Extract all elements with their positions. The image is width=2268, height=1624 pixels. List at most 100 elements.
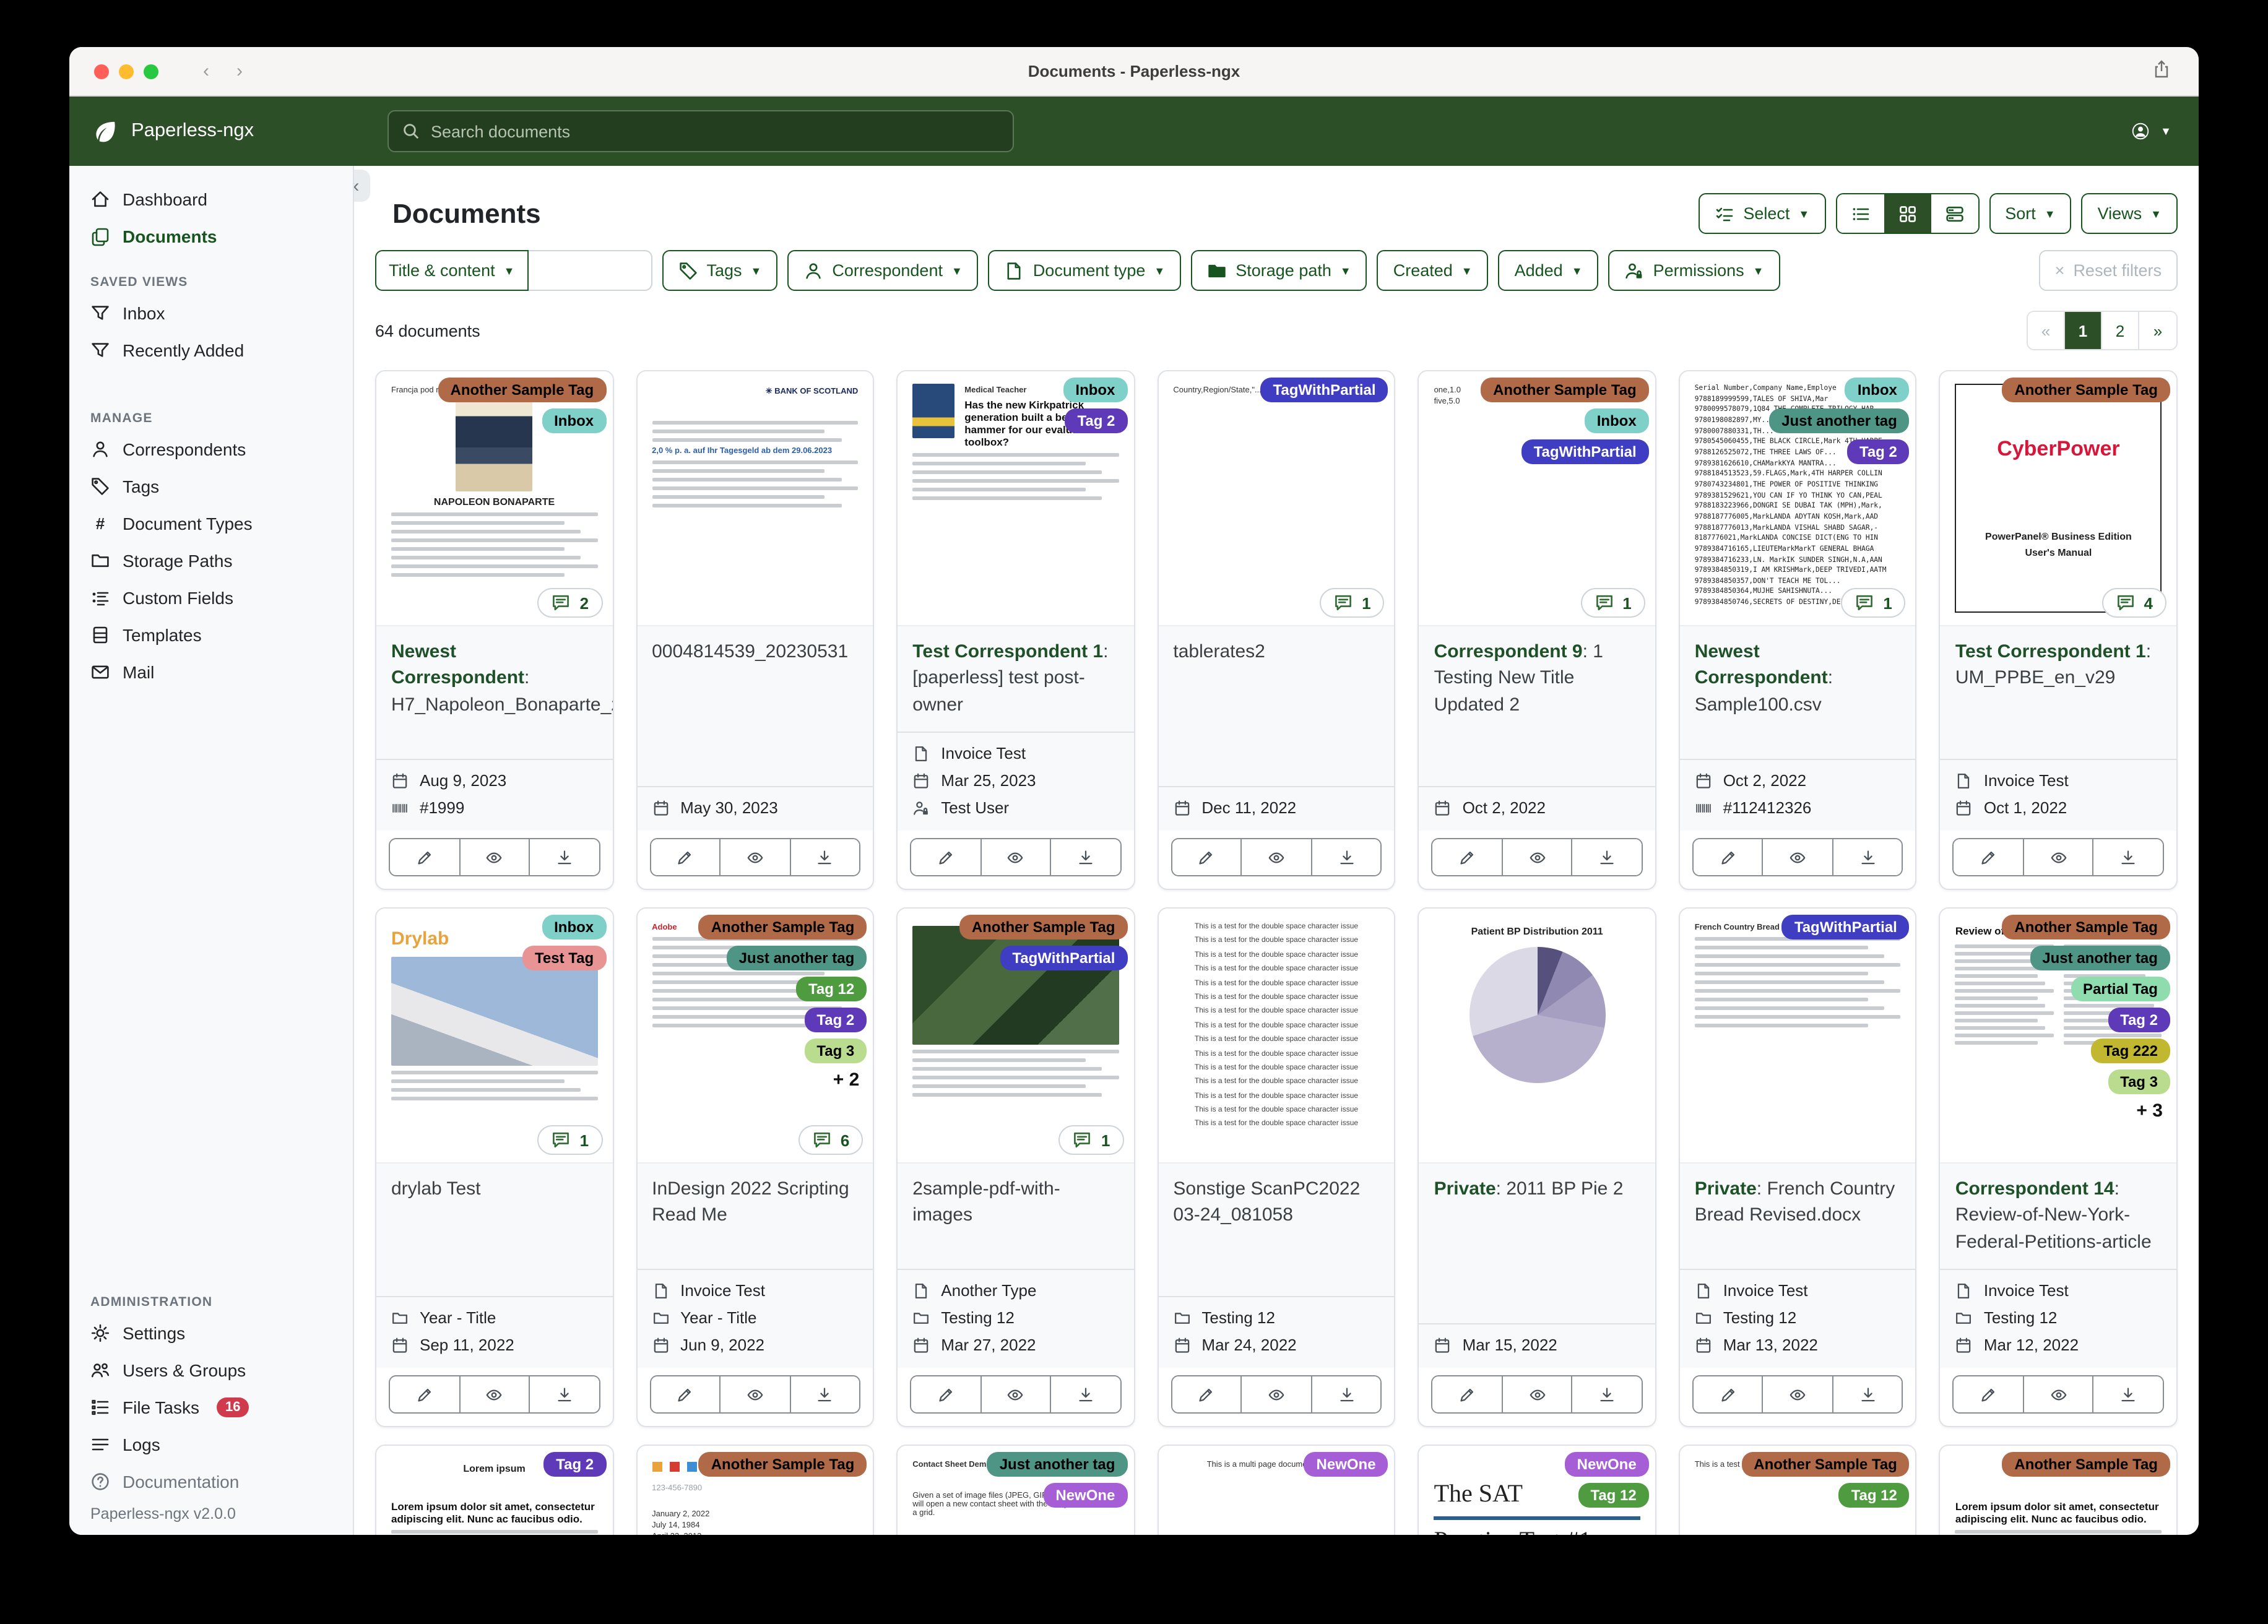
download-button[interactable] — [2093, 1376, 2163, 1412]
comment-badge[interactable]: 2 — [537, 588, 603, 618]
document-title[interactable]: Newest Correspondent: Sample100.csv — [1679, 625, 1916, 759]
tag-chip-tag-12[interactable]: Tag 12 — [1838, 1483, 1910, 1508]
download-button[interactable] — [2093, 839, 2163, 875]
document-card[interactable]: NewOne This is a multi page document. Pa… — [1157, 1445, 1396, 1535]
tag-chip-another-sample-tag[interactable]: Another Sample Tag — [2002, 1452, 2170, 1477]
document-card[interactable]: Another Sample Tag Tag 12 This is a test — [1678, 1445, 1917, 1535]
tag-chip-tagwithpartial[interactable]: TagWithPartial — [1000, 946, 1128, 970]
tag-chip-tag-2[interactable]: Tag 2 — [2108, 1008, 2170, 1032]
download-button[interactable] — [1051, 839, 1120, 875]
tag-chip-tag-2[interactable]: Tag 2 — [1065, 408, 1128, 433]
tag-chip-test-tag[interactable]: Test Tag — [522, 946, 607, 970]
tag-chip-another-sample-tag[interactable]: Another Sample Tag — [959, 915, 1128, 939]
document-card[interactable]: Another Sample Tag CyberPower PowerPanel®… — [1939, 370, 2178, 890]
document-correspondent[interactable]: Private — [1695, 1178, 1757, 1199]
tag-chip-another-sample-tag[interactable]: Another Sample Tag — [1481, 378, 1649, 402]
document-correspondent[interactable]: Test Correspondent 1 — [912, 641, 1103, 662]
document-title[interactable]: Correspondent 9: 1 Testing New Title Upd… — [1419, 625, 1655, 786]
sidebar-item-storage-paths[interactable]: Storage Paths — [69, 542, 353, 579]
download-button[interactable] — [530, 839, 599, 875]
document-title[interactable]: tablerates2 — [1158, 625, 1395, 786]
sidebar-item-settings[interactable]: Settings — [69, 1315, 353, 1352]
document-card[interactable]: Another Sample Tag TagWithPartial 1 2samp… — [896, 907, 1135, 1427]
download-button[interactable] — [790, 839, 860, 875]
download-button[interactable] — [790, 1376, 860, 1412]
document-title[interactable]: drylab Test — [376, 1162, 613, 1296]
filter-correspondent-button[interactable]: Correspondent ▼ — [787, 250, 979, 291]
download-button[interactable] — [1312, 1376, 1381, 1412]
tag-chip-inbox[interactable]: Inbox — [1845, 378, 1910, 402]
tag-chip-newone[interactable]: NewOne — [1564, 1452, 1649, 1477]
edit-button[interactable] — [390, 839, 461, 875]
tag-chip-tag-2[interactable]: Tag 2 — [543, 1452, 607, 1477]
download-button[interactable] — [1833, 839, 1902, 875]
edit-button[interactable] — [651, 839, 721, 875]
user-menu[interactable]: ▼ — [2131, 121, 2171, 141]
edit-button[interactable] — [651, 1376, 721, 1412]
tag-chip-partial-tag[interactable]: Partial Tag — [2071, 977, 2170, 1001]
preview-button[interactable] — [2023, 1376, 2094, 1412]
reset-filters-button[interactable]: × Reset filters — [2038, 250, 2178, 291]
edit-button[interactable] — [1693, 839, 1764, 875]
comment-badge[interactable]: 1 — [1320, 588, 1385, 618]
tag-chip-another-sample-tag[interactable]: Another Sample Tag — [2002, 378, 2170, 402]
tag-chip-just-another-tag[interactable]: Just another tag — [1769, 408, 1910, 433]
document-card[interactable]: Another Sample Tag Just another tag Partia… — [1939, 907, 2178, 1427]
document-title[interactable]: Correspondent 14: Review-of-New-York-Fed… — [1940, 1162, 2176, 1269]
document-card[interactable]: Patient BP Distribution 2011 Private: 20… — [1418, 907, 1656, 1427]
filter-storage-path-button[interactable]: Storage path ▼ — [1191, 250, 1367, 291]
sidebar-item-documents[interactable]: Documents — [69, 218, 353, 255]
title-content-dropdown[interactable]: Title & content ▼ — [375, 250, 529, 291]
tag-chip-just-another-tag[interactable]: Just another tag — [726, 946, 867, 970]
document-card[interactable]: Just another tag NewOne Contact Sheet Dem… — [896, 1445, 1135, 1535]
document-card[interactable]: Tag 2 Lorem ipsum Lorem ipsum dolor sit a… — [375, 1445, 614, 1535]
document-title[interactable]: InDesign 2022 Scripting Read Me — [637, 1162, 873, 1269]
view-grid-button[interactable] — [1884, 194, 1931, 233]
filter-permissions-button[interactable]: Permissions ▼ — [1608, 250, 1780, 291]
tag-chip-inbox[interactable]: Inbox — [542, 915, 607, 939]
sidebar-item-recently-added[interactable]: Recently Added — [69, 332, 353, 369]
document-correspondent[interactable]: Newest Correspondent — [1695, 641, 1828, 689]
edit-button[interactable] — [1432, 1376, 1503, 1412]
minimize-window-button[interactable] — [119, 64, 134, 79]
download-button[interactable] — [1051, 1376, 1120, 1412]
zoom-window-button[interactable] — [144, 64, 158, 79]
filter-tags-button[interactable]: Tags ▼ — [662, 250, 778, 291]
preview-button[interactable] — [1502, 1376, 1573, 1412]
filter-added-button[interactable]: Added ▼ — [1498, 250, 1599, 291]
sidebar-item-mail[interactable]: Mail — [69, 654, 353, 691]
document-card[interactable]: Inbox Test Tag Drylab 1 drylab Test Year -… — [375, 907, 614, 1427]
tag-chip-tagwithpartial[interactable]: TagWithPartial — [1521, 439, 1649, 464]
sidebar-item-correspondents[interactable]: Correspondents — [69, 431, 353, 468]
document-title[interactable]: 0004814539_20230531 — [637, 625, 873, 786]
document-card[interactable]: Another Sample Tag Inbox TagWithPartial on… — [1418, 370, 1656, 890]
forward-icon[interactable]: › — [236, 61, 243, 82]
title-content-input[interactable] — [528, 250, 652, 291]
sidebar-item-logs[interactable]: Logs — [69, 1426, 353, 1463]
document-card[interactable]: TagWithPartial Country,Region/State,"...… — [1157, 370, 1396, 890]
sidebar-item-templates[interactable]: Templates — [69, 616, 353, 654]
views-button[interactable]: Views ▼ — [2081, 193, 2178, 234]
tag-chip-tag-3[interactable]: Tag 3 — [2108, 1069, 2170, 1094]
preview-button[interactable] — [1242, 1376, 1312, 1412]
select-button[interactable]: Select ▼ — [1699, 193, 1826, 234]
comment-badge[interactable]: 1 — [1841, 588, 1906, 618]
document-title[interactable]: Newest Correspondent: H7_Napoleon_Bonapa… — [376, 625, 612, 759]
document-card[interactable]: Inbox Just another tag Tag 2 Serial Number… — [1678, 370, 1917, 890]
document-card[interactable]: This is a test for the double space char… — [1157, 907, 1396, 1427]
edit-button[interactable] — [911, 839, 982, 875]
sidebar-item-documentation[interactable]: Documentation — [69, 1463, 353, 1500]
document-correspondent[interactable]: Correspondent 14 — [1955, 1178, 2114, 1199]
download-button[interactable] — [1312, 839, 1381, 875]
tag-chip-another-sample-tag[interactable]: Another Sample Tag — [1741, 1452, 1910, 1477]
page-button-1[interactable]: 1 — [2065, 312, 2102, 349]
document-title[interactable]: 2sample-pdf-with-images — [898, 1162, 1134, 1269]
tag-chip-tag-222[interactable]: Tag 222 — [2091, 1039, 2170, 1063]
preview-button[interactable] — [981, 839, 1052, 875]
tag-chip-tag-2[interactable]: Tag 2 — [804, 1008, 867, 1032]
tag-chip-tag-2[interactable]: Tag 2 — [1846, 439, 1910, 464]
tag-chip-another-sample-tag[interactable]: Another Sample Tag — [698, 915, 867, 939]
document-card[interactable]: Another Sample Tag Test Name123-456-7890… — [636, 1445, 875, 1535]
preview-button[interactable] — [1502, 839, 1573, 875]
document-card[interactable]: Another Sample Tag Just another tag Tag 12… — [636, 907, 875, 1427]
